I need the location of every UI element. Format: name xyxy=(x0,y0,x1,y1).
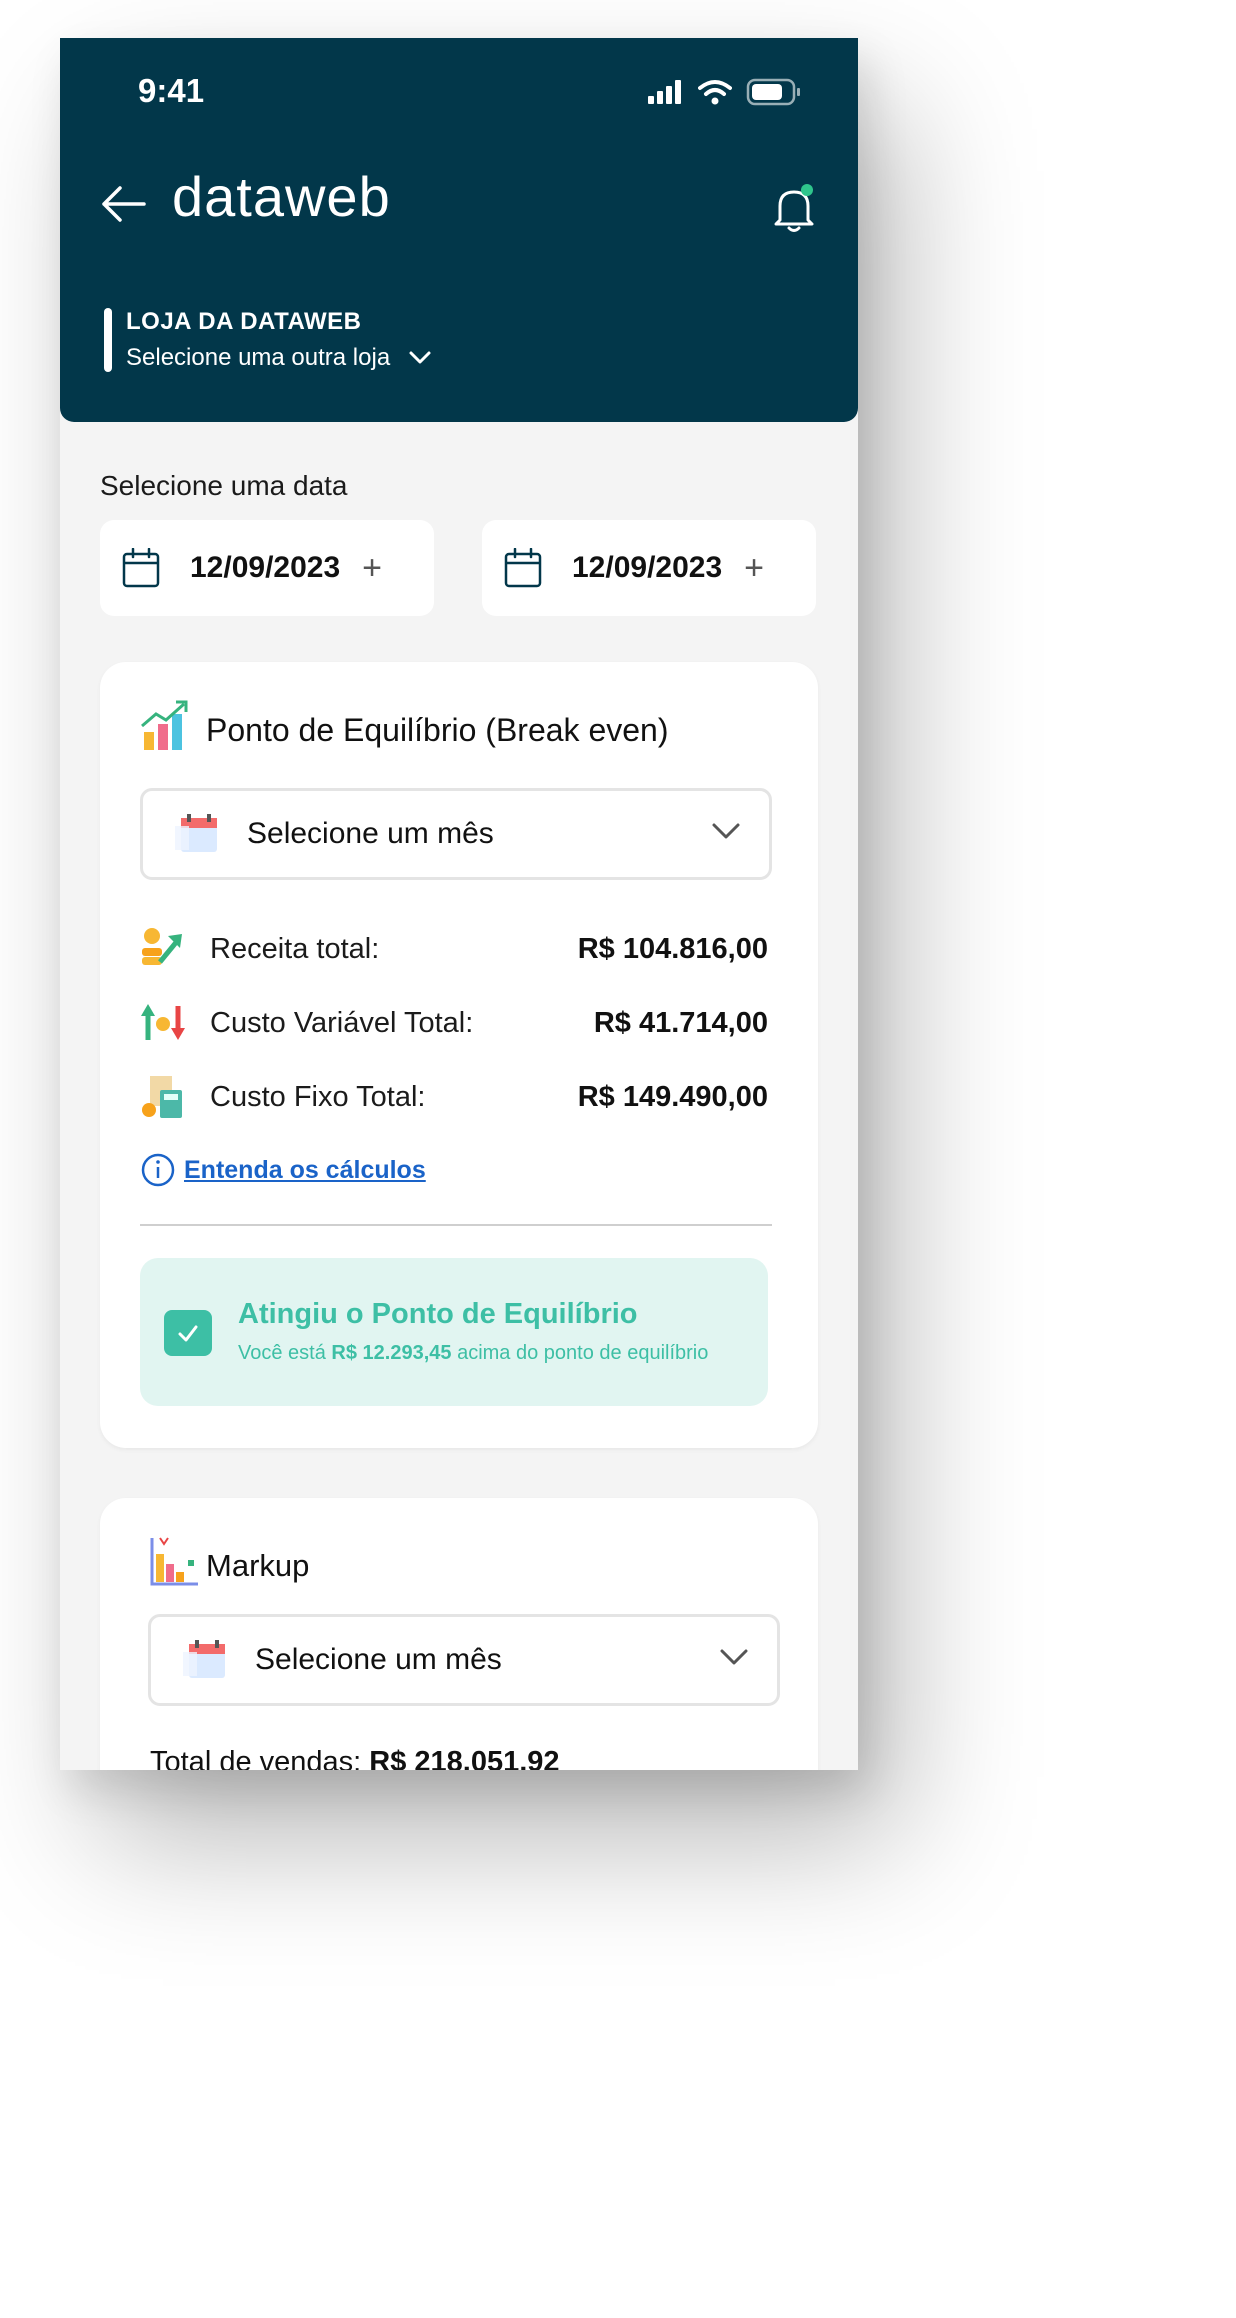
markup-total-value: R$ 218.051,92 xyxy=(369,1746,560,1770)
metric-fixed-cost: Custo Fixo Total: R$ 149.490,00 xyxy=(140,1072,768,1122)
understand-calculations-text: Entenda os cálculos xyxy=(184,1155,426,1184)
calendar-emoji-icon xyxy=(175,814,217,852)
metric-revenue-label: Receita total: xyxy=(210,932,380,965)
phone-screen: 9:41 dataweb LOJA DA DATAWEB Selecione u… xyxy=(60,38,858,1770)
store-name: LOJA DA DATAWEB xyxy=(126,308,362,335)
calendar-icon xyxy=(504,548,542,588)
end-date-picker[interactable]: 12/09/2023 + xyxy=(482,520,816,616)
coins-arrow-up-icon xyxy=(142,928,182,965)
chevron-down-icon xyxy=(720,1649,748,1665)
metric-revenue-value: R$ 104.816,00 xyxy=(577,932,768,965)
status-time: 9:41 xyxy=(138,72,205,109)
markup-total-sales: Total de vendas: R$ 218.051,92 xyxy=(150,1746,560,1770)
status-message-suffix: acima do ponto de equilíbrio xyxy=(457,1342,709,1364)
metric-variable-cost-label: Custo Variável Total: xyxy=(210,1006,474,1039)
back-arrow-icon[interactable] xyxy=(100,184,146,224)
break-even-title: Ponto de Equilíbrio (Break even) xyxy=(206,712,669,748)
divider xyxy=(140,1224,772,1226)
info-icon xyxy=(141,1153,175,1187)
dataweb-logo: dataweb xyxy=(172,165,391,228)
markup-month-label: Selecione um mês xyxy=(255,1643,502,1676)
end-date-value: 12/09/2023 xyxy=(572,551,723,584)
check-icon xyxy=(164,1310,212,1356)
status-message: Você está R$ 12.293,45 acima do ponto de… xyxy=(238,1342,708,1365)
store-indicator-bar xyxy=(104,308,112,372)
add-icon[interactable]: + xyxy=(744,549,764,588)
understand-calculations-link[interactable]: Entenda os cálculos xyxy=(140,1152,426,1188)
metric-fixed-cost-value: R$ 149.490,00 xyxy=(577,1080,768,1113)
start-date-picker[interactable]: 12/09/2023 + xyxy=(100,520,434,616)
markup-chart-icon xyxy=(150,1537,198,1586)
markup-title: Markup xyxy=(206,1548,310,1583)
metric-fixed-cost-label: Custo Fixo Total: xyxy=(210,1080,426,1113)
status-title: Atingiu o Ponto de Equilíbrio xyxy=(238,1298,638,1330)
status-icons xyxy=(648,78,802,106)
notification-bell-icon[interactable] xyxy=(770,182,818,234)
metric-revenue: Receita total: R$ 104.816,00 xyxy=(140,924,768,974)
break-even-month-label: Selecione um mês xyxy=(247,817,494,850)
chevron-down-icon xyxy=(409,351,431,364)
markup-month-select[interactable]: Selecione um mês xyxy=(148,1614,780,1706)
start-date-value: 12/09/2023 xyxy=(190,551,341,584)
markup-card: Markup Selecione um mês Total de vendas:… xyxy=(100,1498,818,1770)
calendar-icon xyxy=(122,548,160,588)
store-selector-label: Selecione uma outra loja xyxy=(126,344,391,371)
break-even-month-select[interactable]: Selecione um mês xyxy=(140,788,772,880)
status-message-prefix: Você está xyxy=(238,1342,326,1364)
battery-icon xyxy=(746,78,800,106)
metric-variable-cost-value: R$ 41.714,00 xyxy=(593,1006,768,1039)
break-even-status-banner: Atingiu o Ponto de Equilíbrio Você está … xyxy=(140,1258,768,1406)
date-section-label: Selecione uma data xyxy=(100,470,348,501)
calendar-emoji-icon xyxy=(183,1640,225,1678)
wifi-icon xyxy=(698,80,732,105)
chevron-down-icon xyxy=(712,823,740,839)
metric-variable-cost: Custo Variável Total: R$ 41.714,00 xyxy=(140,998,768,1048)
signal-icon xyxy=(648,80,681,104)
markup-total-label: Total de vendas: xyxy=(150,1746,362,1770)
store-selector[interactable]: Selecione uma outra loja xyxy=(126,344,432,372)
add-icon[interactable]: + xyxy=(362,549,382,588)
break-even-card: Ponto de Equilíbrio (Break even) Selecio… xyxy=(100,662,818,1448)
growth-chart-icon xyxy=(141,700,188,750)
status-amount: R$ 12.293,45 xyxy=(331,1342,452,1364)
calculator-receipt-icon xyxy=(142,1076,182,1118)
arrows-up-down-icon xyxy=(141,1004,185,1040)
app-header: 9:41 dataweb LOJA DA DATAWEB Selecione u… xyxy=(60,38,858,422)
